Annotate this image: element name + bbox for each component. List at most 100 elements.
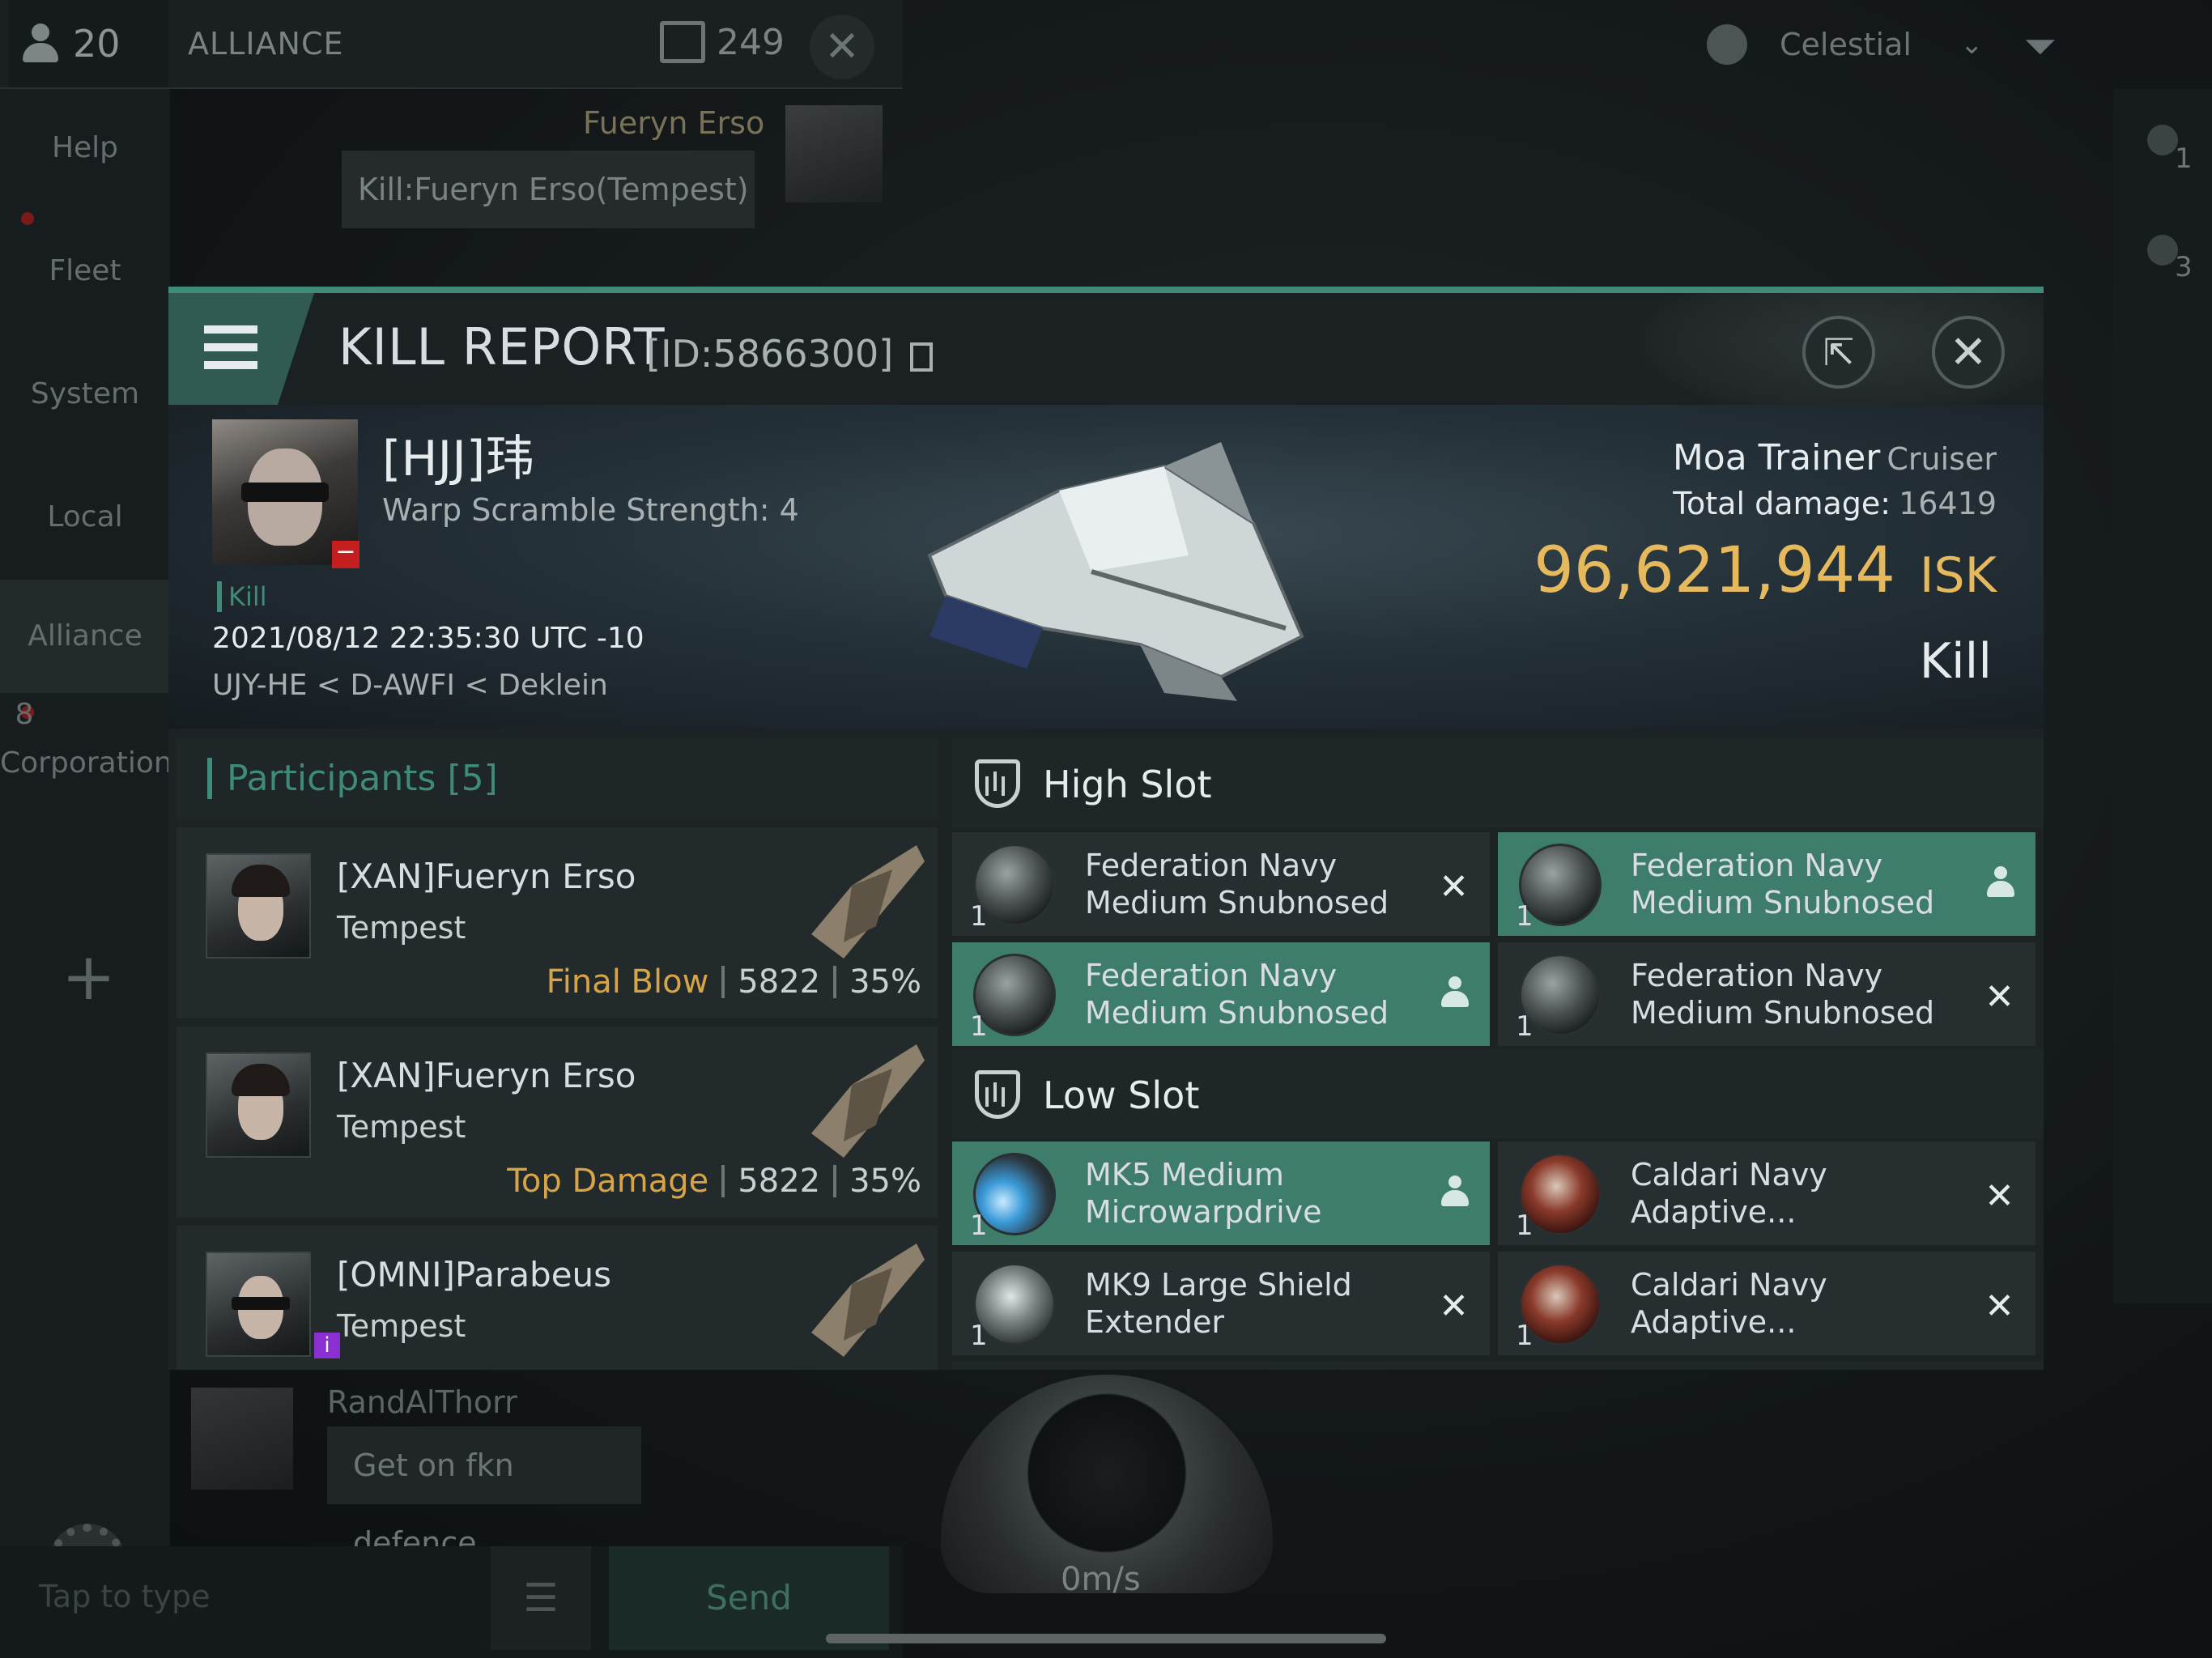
module-card[interactable]: 1 MK9 Large Shield Extender ✕ [952,1252,1490,1355]
kill-location[interactable]: UJY-HE < D-AWFI < Deklein [212,669,608,702]
message-icon [660,21,705,63]
nav-item-help[interactable]: Help [0,131,170,164]
participant-ship: Tempest [337,1109,466,1145]
avatar-glasses [232,1297,290,1310]
nav-item-alliance[interactable]: Alliance [0,580,170,693]
destroyed-icon: ✕ [1439,866,1469,908]
participant-damage: 5822 [738,963,821,1001]
player-count-value: 20 [73,22,121,66]
kill-report-id[interactable]: [ID:5866300] [646,332,933,376]
person-icon [23,23,58,64]
module-card[interactable]: 1 Caldari Navy Adaptive... ✕ [1498,1252,2035,1355]
add-channel-button[interactable]: + [62,939,116,1014]
module-name: Caldari Navy Adaptive... [1631,1266,1971,1341]
module-quantity: 1 [970,1320,988,1352]
kill-report-close-button[interactable]: ✕ [1932,316,2005,389]
hamburger-icon [204,325,257,369]
destroyed-icon: ✕ [1984,1286,2014,1327]
kill-report-id-text: [ID:5866300] [646,332,894,376]
module-name-line1: Caldari Navy [1631,1157,1827,1192]
module-quantity: 1 [970,1209,988,1242]
divider [833,966,837,998]
share-button[interactable]: ⇱ [1802,316,1875,389]
ship-name[interactable]: Moa Trainer Cruiser [1673,437,1997,478]
home-indicator[interactable] [826,1634,1386,1643]
chat-close-button[interactable]: ✕ [810,15,874,79]
module-name-line2: Microwarpdrive [1085,1194,1322,1230]
module-card[interactable]: 1 Federation NavyMedium Snubnosed ... [952,942,1490,1068]
participant-tag: Final Blow [546,963,709,1001]
low-slot-title: Low Slot [1043,1073,1200,1117]
participant-stats: Final Blow 5822 35% [547,963,921,1001]
victim-name[interactable]: [HJJ]玮 [382,419,534,490]
avatar[interactable] [206,1052,311,1158]
dropped-icon [1987,866,2014,899]
participant-name: [XAN]Fueryn Erso [337,1056,636,1095]
menu-button[interactable] [168,293,314,405]
avatar[interactable] [206,853,311,959]
copy-icon[interactable] [909,342,933,372]
avatar[interactable] [191,1388,293,1490]
avatar[interactable] [785,105,883,202]
ship-render [927,442,1304,701]
module-name: Caldari Navy Adaptive... [1631,1156,1971,1231]
player-count[interactable]: 20 [8,0,168,87]
chat-menu-button[interactable]: ☰ [491,1546,591,1650]
nav-item-system[interactable]: System [0,377,170,410]
nav-item-corporation[interactable]: Corporation [0,746,172,780]
bubble-icon[interactable] [2147,125,2178,155]
module-name-line2: Adaptive... [1631,1304,1797,1340]
chat-message[interactable]: Kill:Fueryn Erso(Tempest) [342,151,755,228]
module-name-line1: MK5 Medium [1085,1157,1284,1192]
dropped-icon [1441,976,1469,1009]
participant-damage: 5822 [738,1163,821,1200]
message-count[interactable]: 249 [660,21,785,63]
kill-result: Kill [1919,633,1992,690]
module-name: MK9 Large Shield Extender [1085,1266,1425,1341]
kill-report-title: KILL REPORT [338,317,666,376]
nav-item-local[interactable]: Local [0,500,170,534]
module-name: MK5 Medium Microwarpdrive [1085,1156,1425,1231]
destroyed-icon: ✕ [1984,1175,2014,1217]
avatar[interactable]: i [206,1252,340,1358]
divider [721,1165,725,1197]
warp-scramble-strength: Warp Scramble Strength: 4 [382,492,799,528]
destroyed-icon: ✕ [1984,976,2014,1018]
divider [833,1165,837,1197]
module-card[interactable]: 1 Federation NavyMedium Snubnosed ... ✕ [1498,942,2035,1068]
filter-icon[interactable]: ⏷ [2024,23,2073,70]
ship-thumbnail [811,1044,925,1158]
close-icon: ✕ [1949,325,1988,379]
close-icon: ✕ [824,23,860,71]
channel-title: ALLIANCE [188,26,344,62]
high-slot-title: High Slot [1043,763,1212,806]
participant-row[interactable]: [XAN]Fueryn Erso Tempest Final Blow 5822… [177,827,938,1018]
corporation-unread-count: 8 [15,698,34,731]
module-card[interactable]: 1 MK5 Medium Microwarpdrive [952,1141,1490,1245]
module-card[interactable]: 1 Federation NavyMedium Snubnosed ... ✕ [952,832,1490,958]
mid-slot-header-partial [952,1362,2044,1370]
participant-row[interactable]: i [OMNI]Parabeus Tempest [177,1226,938,1370]
module-quantity: 1 [970,1010,988,1043]
nav-item-fleet[interactable]: Fleet [0,254,170,287]
bubble-icon[interactable] [2147,235,2178,266]
chat-message: Get on fkn defence [327,1426,641,1561]
chevron-down-icon: ⌄ [1959,28,1984,61]
chat-input[interactable]: Tap to type [39,1579,211,1614]
external-link-icon: ⇱ [1823,330,1855,374]
avatar-hair [232,1064,290,1096]
total-damage: Total damage: 16419 [1673,486,1997,521]
participants-panel: Participants [5] [XAN]Fueryn Erso Tempes… [177,738,938,1370]
avatar-hair [232,865,290,897]
module-card[interactable]: 1 Caldari Navy Adaptive... ✕ [1498,1141,2035,1245]
high-slot-header: High Slot [952,738,2044,827]
bubble-count: 1 [2175,142,2193,175]
kill-datetime: 2021/08/12 22:35:30 UTC -10 [212,622,644,655]
participant-row[interactable]: [XAN]Fueryn Erso Tempest Top Damage 5822… [177,1027,938,1218]
participant-name: [OMNI]Parabeus [337,1255,612,1295]
portrait-glasses [241,483,329,502]
module-name-line1: Federation Navy [1085,848,1338,883]
chat-sender: RandAlThorr [327,1384,517,1420]
ship-name-text: Moa Trainer [1672,437,1881,478]
module-card[interactable]: 1 Federation NavyMedium Snubnosed ... [1498,832,2035,958]
